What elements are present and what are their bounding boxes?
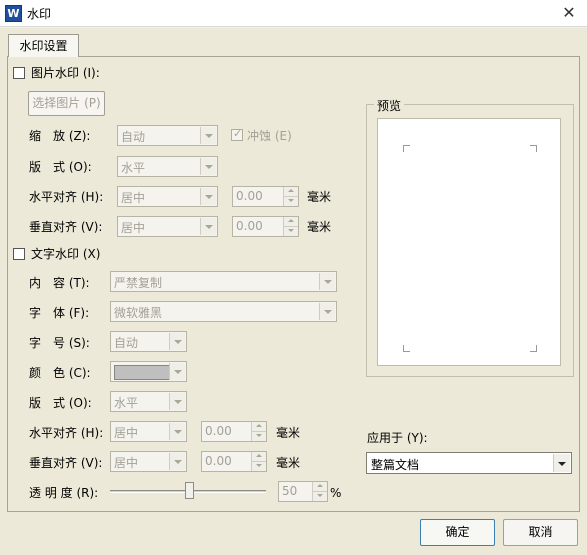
wps-app-icon: W — [5, 5, 22, 22]
picture-halign-label: 水平对齐 (H): — [29, 190, 104, 204]
spin-up-icon[interactable] — [251, 452, 266, 462]
text-halign-select[interactable]: 居中 — [110, 421, 187, 442]
washout-label: 冲蚀 (E) — [247, 129, 292, 143]
spin-down-icon[interactable] — [251, 462, 266, 471]
spin-down-icon[interactable] — [312, 492, 327, 501]
text-halign-offset-spinner[interactable]: 0.00 — [201, 421, 267, 442]
text-layout-label: 版 式 (O): — [29, 396, 92, 410]
font-select[interactable]: 微软雅黑 — [110, 301, 337, 322]
scale-select[interactable]: 自动 — [117, 125, 218, 146]
chevron-down-icon — [319, 273, 335, 290]
washout-checkbox[interactable]: ✓ — [231, 127, 243, 141]
spin-up-icon[interactable] — [283, 187, 298, 197]
spin-down-icon[interactable] — [283, 197, 298, 206]
font-label: 字 体 (F): — [29, 306, 90, 320]
title-bar — [0, 0, 587, 27]
chevron-down-icon — [200, 218, 216, 235]
chevron-down-icon — [169, 393, 185, 410]
apply-to-select[interactable]: 整篇文档 — [366, 452, 572, 474]
picture-valign-select[interactable]: 居中 — [117, 216, 218, 237]
picture-valign-offset-spinner[interactable]: 0.00 — [232, 216, 299, 237]
color-swatch — [114, 365, 170, 380]
picture-halign-offset-spinner[interactable]: 0.00 — [232, 186, 299, 207]
picture-valign-unit: 毫米 — [307, 220, 332, 234]
preview-page — [377, 118, 561, 366]
scale-label: 缩 放 (Z): — [29, 129, 91, 143]
text-layout-select[interactable]: 水平 — [110, 391, 187, 412]
text-valign-select[interactable]: 居中 — [110, 451, 187, 472]
size-label: 字 号 (S): — [29, 336, 90, 350]
picture-watermark-label: 图片水印 (I): — [31, 66, 100, 80]
color-picker[interactable] — [110, 361, 187, 382]
text-watermark-label: 文字水印 (X) — [31, 247, 101, 261]
chevron-down-icon — [169, 333, 185, 350]
picture-halign-select[interactable]: 居中 — [117, 186, 218, 207]
text-halign-label: 水平对齐 (H): — [29, 426, 104, 440]
chevron-down-icon — [169, 423, 185, 440]
page-corner-mark — [403, 345, 410, 352]
check-icon: ✓ — [233, 127, 243, 140]
size-select[interactable]: 自动 — [110, 331, 187, 352]
picture-layout-select[interactable]: 水平 — [117, 156, 218, 177]
text-halign-unit: 毫米 — [276, 426, 301, 440]
transparency-label: 透 明 度 (R): — [29, 486, 99, 500]
chevron-down-icon — [200, 158, 216, 175]
spin-down-icon[interactable] — [251, 432, 266, 441]
text-valign-unit: 毫米 — [276, 456, 301, 470]
preview-label: 预览 — [374, 97, 405, 114]
chevron-down-icon — [169, 453, 185, 470]
spin-up-icon[interactable] — [251, 422, 266, 432]
window-title: 水印 — [27, 7, 52, 21]
picture-halign-unit: 毫米 — [307, 190, 332, 204]
content-select[interactable]: 严禁复制 — [110, 271, 337, 292]
page-corner-mark — [530, 145, 537, 152]
ok-button[interactable]: 确定 — [420, 519, 495, 546]
chevron-down-icon — [200, 188, 216, 205]
page-corner-mark — [403, 145, 410, 152]
chevron-down-icon — [319, 303, 335, 320]
color-label: 颜 色 (C): — [29, 366, 91, 380]
spin-up-icon[interactable] — [283, 217, 298, 227]
transparency-spinner[interactable]: 50 — [278, 481, 328, 502]
transparency-unit: % — [330, 486, 342, 500]
apply-to-label: 应用于 (Y): — [367, 431, 428, 445]
spin-down-icon[interactable] — [283, 227, 298, 236]
tab-watermark-settings[interactable]: 水印设置 — [8, 34, 79, 57]
chevron-down-icon — [200, 127, 216, 144]
cancel-button[interactable]: 取消 — [503, 519, 578, 546]
chevron-down-icon — [169, 363, 185, 380]
text-valign-label: 垂直对齐 (V): — [29, 456, 103, 470]
close-icon[interactable]: ✕ — [555, 2, 583, 24]
select-picture-button[interactable]: 选择图片 (P) — [28, 91, 105, 116]
content-label: 内 容 (T): — [29, 276, 90, 290]
text-valign-offset-spinner[interactable]: 0.00 — [201, 451, 267, 472]
chevron-down-icon — [553, 454, 570, 472]
transparency-slider-thumb[interactable] — [185, 482, 194, 499]
text-watermark-checkbox[interactable] — [13, 248, 25, 260]
picture-watermark-checkbox[interactable] — [13, 67, 25, 79]
picture-layout-label: 版 式 (O): — [29, 160, 92, 174]
page-corner-mark — [530, 345, 537, 352]
picture-valign-label: 垂直对齐 (V): — [29, 220, 103, 234]
spin-up-icon[interactable] — [312, 482, 327, 492]
